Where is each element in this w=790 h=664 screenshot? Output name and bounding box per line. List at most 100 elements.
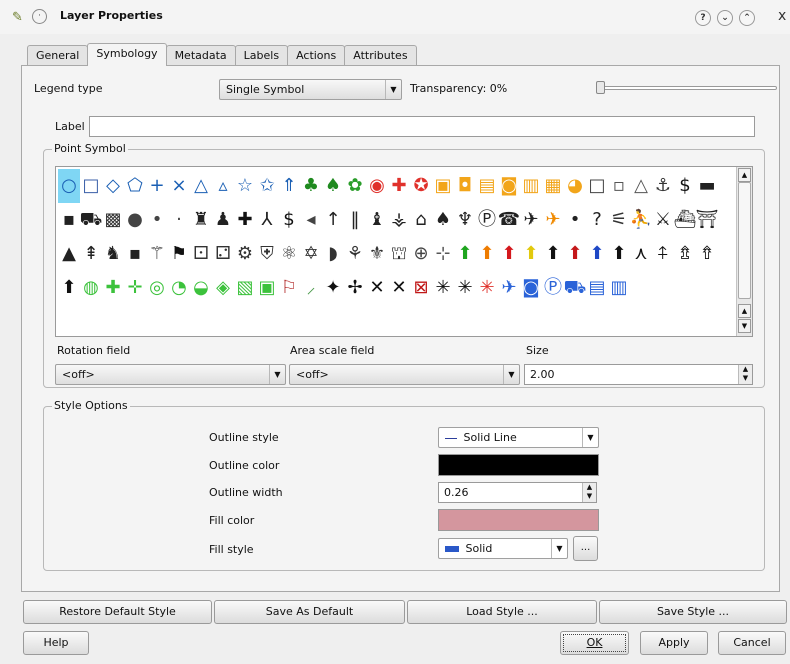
point-symbol-icon[interactable]: $ [674, 169, 696, 203]
point-symbol-icon[interactable]: ▤ [476, 169, 498, 203]
point-symbol-icon[interactable]: ♟ [212, 203, 234, 237]
minimize-button[interactable]: ⌄ [717, 10, 733, 26]
point-symbol-icon[interactable]: ♝ [366, 203, 388, 237]
point-symbol-icon[interactable]: ⛫ [388, 237, 410, 271]
point-symbol-icon[interactable]: ▫ [608, 169, 630, 203]
point-symbol-icon[interactable]: ↑ [322, 203, 344, 237]
scroll-up-button-lower[interactable]: ▲ [738, 304, 751, 318]
point-symbol-icon[interactable]: ▤ [586, 271, 608, 305]
point-symbol-icon[interactable]: ⚜ [366, 237, 388, 271]
scroll-up-button[interactable]: ▲ [738, 168, 751, 182]
point-symbol-icon[interactable]: ✕ [366, 271, 388, 305]
save-as-default-button[interactable]: Save As Default [214, 600, 405, 624]
point-symbol-icon[interactable]: ⬆ [542, 237, 564, 271]
point-symbol-icon[interactable]: Ⓟ [542, 271, 564, 305]
point-symbol-icon[interactable]: ▪ [124, 237, 146, 271]
point-symbol-icon[interactable]: ⛩ [696, 203, 719, 237]
point-symbol-icon[interactable]: ✚ [388, 169, 410, 203]
point-symbol-icon[interactable]: ⊹ [432, 237, 454, 271]
point-symbol-icon[interactable]: ✚ [234, 203, 256, 237]
legend-type-combo[interactable]: Single Symbol ▼ [219, 79, 402, 100]
outline-width-spinbox[interactable]: 0.26 ▲ ▼ [438, 482, 597, 503]
tab-symbology[interactable]: Symbology [87, 43, 167, 66]
cancel-button[interactable]: Cancel [718, 631, 786, 655]
scroll-down-button[interactable]: ▼ [738, 319, 751, 333]
save-style-button[interactable]: Save Style ... [599, 600, 787, 624]
outline-style-combo[interactable]: Solid Line ▼ [438, 427, 599, 448]
point-symbol-icon[interactable]: ▣ [256, 271, 278, 305]
point-symbol-icon[interactable]: ▥ [608, 271, 630, 305]
point-symbol-icon[interactable]: • [564, 203, 586, 237]
point-symbol-icon[interactable]: ⬠ [124, 169, 146, 203]
point-symbol-icon[interactable]: ⊠ [410, 271, 432, 305]
point-symbol-icon[interactable]: ⬆ [520, 237, 542, 271]
point-symbol-icon[interactable]: ▬ [696, 169, 718, 203]
point-symbol-icon[interactable]: ✪ [410, 169, 432, 203]
point-symbol-icon[interactable]: ✛ [124, 271, 146, 305]
transparency-slider-handle[interactable] [596, 81, 605, 94]
point-symbol-icon[interactable]: ⬆ [564, 237, 586, 271]
point-symbol-icon[interactable]: ☆ [234, 169, 256, 203]
point-symbol-icon[interactable]: □ [80, 169, 102, 203]
point-symbol-icon[interactable]: ⚟ [608, 203, 630, 237]
point-symbol-icon[interactable]: ▥ [520, 169, 542, 203]
point-symbol-icon[interactable]: ⌂ [410, 203, 432, 237]
area-scale-field-combo[interactable]: <off> ▼ [289, 364, 520, 385]
point-symbol-icon[interactable]: ◉ [366, 169, 388, 203]
point-symbol-icon[interactable]: ● [124, 203, 146, 237]
help-title-button[interactable]: ? [695, 10, 711, 26]
fill-style-more-button[interactable]: ... [573, 536, 598, 561]
point-symbol-icon[interactable]: × [168, 169, 190, 203]
point-symbol-icon[interactable]: ✡ [300, 237, 322, 271]
point-symbol-icon[interactable]: ✦ [322, 271, 344, 305]
point-symbol-icon[interactable]: ✚ [102, 271, 124, 305]
point-symbol-icon[interactable]: ⬆ [476, 237, 498, 271]
point-symbol-icon[interactable]: ✢ [344, 271, 366, 305]
point-symbol-icon[interactable]: ⬆ [498, 237, 520, 271]
point-symbol-icon[interactable]: ▧ [234, 271, 256, 305]
point-symbol-icon[interactable]: ⚚ [146, 237, 168, 271]
point-symbol-icon[interactable]: ✈ [498, 271, 520, 305]
point-symbol-icon[interactable]: ✩ [256, 169, 278, 203]
point-symbol-icon[interactable]: ⇞ [80, 237, 102, 271]
fill-color-button[interactable] [438, 509, 599, 531]
point-symbol-icon[interactable]: ⚑ [168, 237, 190, 271]
tab-metadata[interactable]: Metadata [165, 45, 236, 66]
point-symbol-icon[interactable]: ♆ [454, 203, 476, 237]
spin-arrows-icon[interactable]: ▲ ▼ [582, 483, 596, 502]
point-symbol-icon[interactable]: ✳ [476, 271, 498, 305]
point-symbol-icon[interactable]: ⍏ [652, 237, 674, 271]
point-symbol-icon[interactable]: ⚶ [388, 203, 410, 237]
point-symbol-icon[interactable]: ▩ [102, 203, 124, 237]
point-symbol-icon[interactable]: ◙ [520, 271, 542, 305]
point-symbol-icon[interactable]: ⛴ [674, 203, 697, 237]
point-symbol-icon[interactable]: ⬆ [586, 237, 608, 271]
point-symbol-icon[interactable]: · [168, 203, 190, 237]
point-symbol-icon[interactable]: △ [190, 169, 212, 203]
point-symbol-icon[interactable]: ⬆ [58, 271, 80, 305]
symbol-list-scrollbar[interactable]: ▲ ▲ ▼ [736, 167, 752, 336]
point-symbol-icon[interactable]: ♣ [300, 169, 322, 203]
point-symbol-icon[interactable]: ▵ [212, 169, 234, 203]
point-symbol-icon[interactable]: ♜ [190, 203, 212, 237]
point-symbol-icon[interactable]: • [146, 203, 168, 237]
scrollbar-thumb[interactable] [738, 182, 751, 299]
point-symbol-icon[interactable]: ◈ [212, 271, 234, 305]
label-input[interactable] [89, 116, 755, 137]
point-symbol-icon[interactable]: ⚓ [652, 169, 674, 203]
point-symbol-icon[interactable]: ⚛ [278, 237, 300, 271]
point-symbol-icon[interactable]: ◒ [190, 271, 212, 305]
point-symbol-icon[interactable]: ◗ [322, 237, 344, 271]
symbol-list[interactable]: ○ □ ◇ ⬠ + × △ ▵ ☆ ✩ ⇑ ♣ ♠ ✿ ◉ ✚ ✪ ▣ ◘ ▤ ◙ ▥ ▦ ◕ □ ▫ △ ⚓ $ ▬ ▪ ⛟ ▩ ● • · ♜ ♟ ✚ ⅄… [55, 166, 753, 337]
point-symbol-icon[interactable]: ◇ [102, 169, 124, 203]
tab-general[interactable]: General [27, 45, 89, 66]
point-symbol-icon[interactable]: ✿ [344, 169, 366, 203]
point-symbol-icon[interactable]: ▪ [58, 203, 80, 237]
point-symbol-icon[interactable]: ⇑ [278, 169, 300, 203]
apply-button[interactable]: Apply [640, 631, 708, 655]
point-symbol-icon[interactable]: ⬆ [608, 237, 630, 271]
point-symbol-icon[interactable]: ✳ [454, 271, 476, 305]
point-symbol-icon[interactable]: ⊕ [410, 237, 432, 271]
maximize-button[interactable]: ⌃ [739, 10, 755, 26]
point-symbol-icon[interactable]: ⋏ [630, 237, 652, 271]
